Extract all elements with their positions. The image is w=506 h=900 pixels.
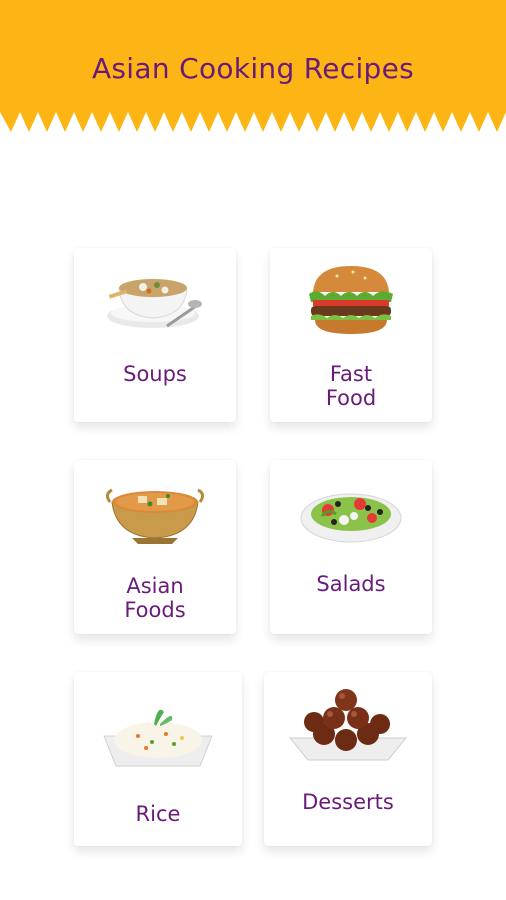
burger-icon — [309, 266, 393, 334]
category-label-rice: Rice — [135, 802, 181, 826]
category-card-fast-food[interactable]: Fast Food — [270, 248, 432, 422]
soup-bowl-icon — [107, 279, 202, 328]
header-zigzag-edge — [0, 110, 506, 132]
category-label-fast-food: Fast Food — [325, 362, 377, 410]
category-label-soups: Soups — [123, 362, 187, 386]
curry-bowl-icon — [105, 488, 205, 544]
category-label-asian-foods: Asian Foods — [124, 574, 186, 622]
salad-plate-icon — [300, 493, 402, 543]
category-label-salads: Salads — [316, 572, 386, 596]
category-card-salads[interactable]: Salads — [270, 460, 432, 634]
app-title: Asian Cooking Recipes — [91, 52, 415, 85]
category-card-asian-foods[interactable]: Asian Foods — [74, 460, 236, 634]
category-card-rice[interactable]: Rice — [74, 672, 242, 846]
category-card-desserts[interactable]: Desserts — [264, 672, 432, 846]
category-card-soups[interactable]: Soups — [74, 248, 236, 422]
dessert-plate-icon — [288, 689, 408, 761]
rice-plate-icon — [103, 709, 213, 767]
category-label-desserts: Desserts — [302, 790, 394, 814]
